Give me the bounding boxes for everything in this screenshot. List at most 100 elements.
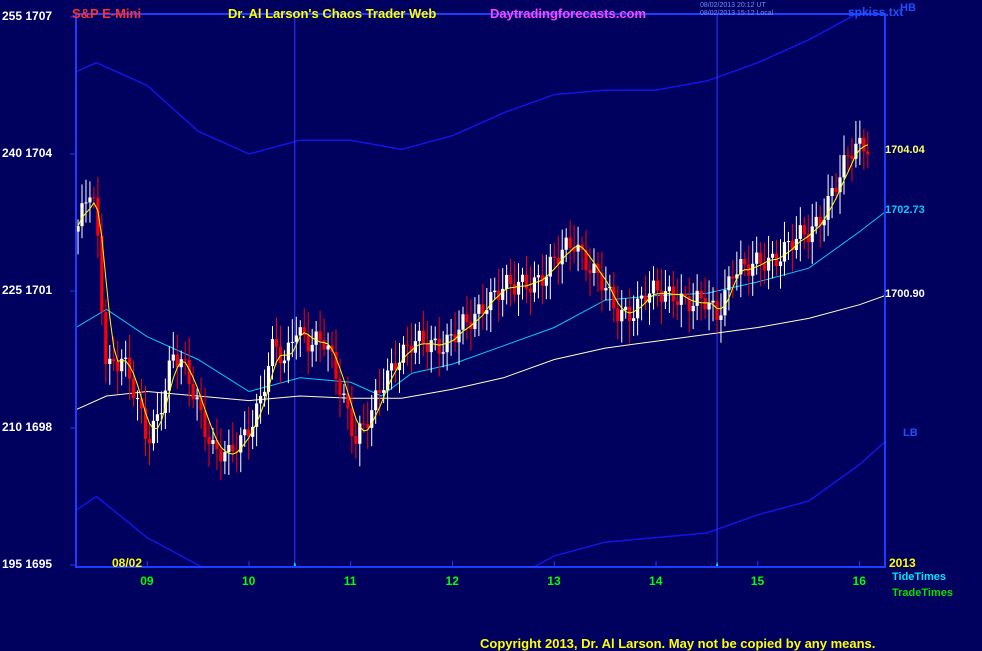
candle-body [632, 318, 636, 321]
candle-body [560, 249, 564, 265]
candle-body [203, 410, 207, 438]
candle-body [782, 242, 787, 262]
candle-body [104, 312, 108, 364]
candle-body [195, 397, 199, 400]
candle-body [834, 187, 838, 193]
candle-body [699, 290, 703, 298]
candle-body [842, 155, 846, 178]
candle-body [298, 327, 302, 336]
candle-body [667, 286, 671, 292]
x-tick-label: 12 [445, 574, 459, 588]
site-url[interactable]: Daytradingforecasts.com [490, 6, 646, 21]
x-tick-label: 10 [241, 574, 256, 588]
candle-body [532, 277, 537, 293]
candle-body [362, 423, 366, 425]
candle-body [270, 339, 275, 367]
lower-band-label: LB [903, 426, 918, 439]
candle-body [294, 335, 298, 342]
candle-body [850, 155, 854, 159]
candle-body [318, 331, 322, 341]
candle-body [425, 343, 429, 353]
candle-body [350, 408, 354, 437]
candle-body [159, 413, 163, 415]
candle-body [759, 252, 763, 264]
candle-body [441, 352, 445, 354]
candle-body [135, 398, 140, 400]
candle-body [703, 297, 707, 310]
candle-body [719, 315, 723, 320]
candle-body [516, 281, 521, 295]
candle-body [489, 292, 493, 311]
candle-body [151, 420, 156, 444]
y-tick-label: 195 1695 [2, 557, 53, 571]
candle-body [743, 259, 747, 265]
candle-body [290, 341, 294, 343]
price-label: 1700.90 [885, 287, 925, 300]
candle-body [751, 263, 755, 276]
candle-body [116, 361, 120, 372]
candle-body [778, 261, 783, 266]
candle-body [711, 300, 715, 303]
candle-body [374, 390, 378, 411]
date-label: 08/02 [112, 556, 143, 570]
y-tick-label: 240 1704 [2, 146, 53, 160]
candle-body [624, 306, 628, 310]
y-tick-label: 210 1698 [2, 420, 53, 434]
candle-body [866, 151, 870, 155]
candle-body [616, 308, 620, 322]
candle-body [798, 225, 802, 239]
candle-body [846, 155, 850, 157]
candle-body [655, 280, 660, 291]
candle-body [262, 391, 267, 397]
candle-body [429, 340, 433, 353]
x-tick-label: 11 [343, 574, 357, 588]
candle-body [124, 357, 128, 359]
timing-label: TideTimes [892, 570, 947, 583]
candle-body [437, 338, 441, 354]
candle-body [691, 305, 695, 312]
x-tick-label: 14 [649, 574, 663, 588]
candle-body [227, 444, 231, 453]
candle-body [858, 137, 862, 144]
candle-body [766, 257, 771, 271]
candle-body [770, 253, 775, 258]
candle-body [306, 334, 310, 352]
candle-body [310, 344, 314, 352]
candle-body [191, 383, 195, 400]
candle-body [830, 187, 834, 196]
candle-body [88, 197, 92, 203]
candle-body [84, 202, 88, 204]
candle-body [243, 429, 247, 436]
candle-body [786, 241, 791, 243]
candle-body [382, 390, 386, 393]
x-tick-label: 09 [140, 574, 154, 588]
candle-body [628, 306, 632, 321]
candle-body [695, 290, 699, 306]
candle-body [639, 295, 644, 299]
candle-body [338, 378, 342, 395]
candle-body [520, 274, 525, 282]
candle-body [131, 378, 136, 399]
candle-body [509, 274, 513, 285]
candle-body [207, 437, 211, 445]
year-label: 2013 [889, 556, 916, 570]
candle-body [322, 340, 326, 350]
candle-body [505, 274, 509, 289]
candle-body [481, 304, 485, 314]
file-name: spkiss.txt [848, 5, 904, 19]
candle-body [862, 137, 866, 152]
candle-body [763, 263, 767, 271]
upper-band-label: HB [900, 2, 916, 14]
price-label: 1704.04 [885, 144, 925, 157]
candle-body [536, 275, 541, 278]
timestamp-local: 08/02/2013 15:12 Local [700, 10, 774, 17]
candle-body [314, 331, 318, 345]
timing-label: TradeTimes [892, 586, 953, 599]
candle-body [564, 237, 568, 250]
x-tick-label: 13 [547, 574, 561, 588]
candle-body [604, 288, 608, 291]
candle-body [219, 449, 223, 462]
candle-body [802, 225, 806, 235]
price-label: 1702.73 [885, 203, 925, 216]
copyright-footer: Copyright 2013, Dr. Al Larson. May not b… [480, 636, 876, 651]
